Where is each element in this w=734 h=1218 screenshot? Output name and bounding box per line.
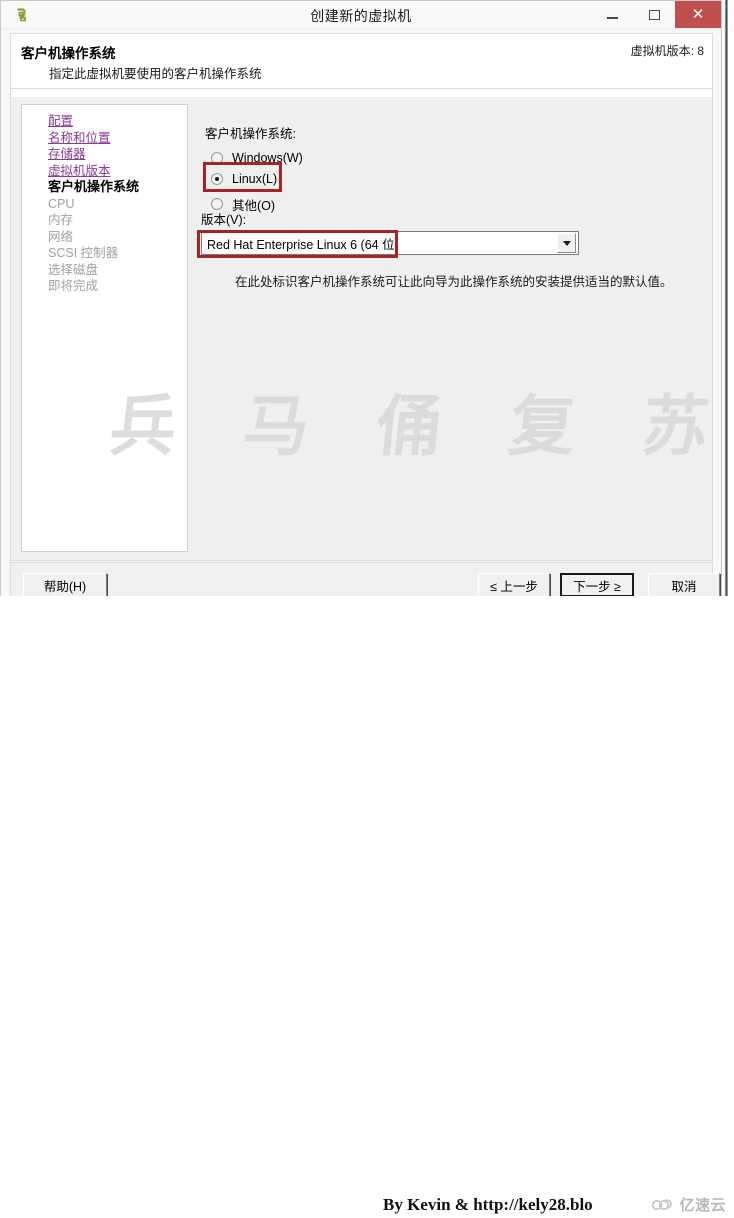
sidebar-item-guest-os[interactable]: 客户机操作系统 [22, 179, 187, 196]
sidebar-item-storage[interactable]: 存储器 [22, 146, 187, 163]
cloud-icon [651, 1197, 675, 1213]
sidebar-item-configuration[interactable]: 配置 [22, 113, 187, 130]
radio-linux-icon [211, 173, 223, 185]
author-watermark: By Kevin & http://kely28.blo [383, 1195, 593, 1214]
yisuyun-logo: 亿速云 [651, 1194, 726, 1215]
version-label: 版本(V): [201, 213, 247, 227]
back-button[interactable]: ≤ 上一步 [478, 573, 550, 597]
header-spacer [10, 89, 713, 97]
window-edge-right [723, 0, 728, 616]
minimize-icon [606, 17, 618, 19]
sidebar-item-select-disk: 选择磁盘 [48, 262, 99, 277]
version-dropdown-value: Red Hat Enterprise Linux 6 (64 位) [207, 237, 399, 252]
close-button[interactable]: ✕ [675, 1, 721, 28]
sidebar-item-scsi-controller: SCSI 控制器 [48, 246, 119, 260]
radio-windows[interactable]: Windows(W) [211, 149, 303, 167]
radio-windows-label: Windows(W) [232, 151, 303, 165]
sidebar-item-network: 网络 [48, 229, 74, 244]
bottom-watermark-strip: By Kevin & http://kely28.blo 亿速云 [0, 596, 734, 1214]
wizard-header: 客户机操作系统 指定此虚拟机要使用的客户机操作系统 虚拟机版本: 8 [10, 33, 713, 89]
radio-windows-icon [211, 152, 223, 164]
vm-version-label: 虚拟机版本: 8 [630, 44, 704, 58]
guest-os-help-text: 在此处标识客户机操作系统可让此向导为此操作系统的安装提供适当的默认值。 [235, 275, 673, 289]
maximize-button[interactable] [633, 1, 675, 28]
next-button[interactable]: 下一步 ≥ [560, 573, 634, 597]
wizard-step-list: 配置 名称和位置 存储器 虚拟机版本 客户机操作系统 CPU 内存 网络 SCS… [21, 104, 188, 552]
sidebar-item-ready-complete: 即将完成 [48, 279, 99, 293]
yisuyun-logo-text: 亿速云 [679, 1197, 726, 1214]
create-vm-dialog: 创建新的虚拟机 ✕ 客户机操作系统 指定此虚拟机要使用的客户机操作系统 虚拟机版… [0, 0, 722, 612]
wizard-content: 兵 马 俑 复 苏 配置 名称和位置 存储器 虚拟机版本 客户机操作系统 CPU… [10, 97, 713, 561]
sidebar-item-cpu: CPU [48, 196, 75, 211]
close-icon: ✕ [691, 5, 705, 23]
guest-os-form: 客户机操作系统: Windows(W) Linux(L) 其他(O) 版本(V)… [197, 104, 703, 552]
window-titlebar: 创建新的虚拟机 ✕ [1, 1, 721, 29]
sidebar-item-memory: 内存 [48, 213, 74, 227]
cancel-button[interactable]: 取消 [648, 573, 720, 597]
page-title: 客户机操作系统 [21, 46, 116, 61]
guest-os-group-label: 客户机操作系统: [205, 127, 296, 141]
help-button[interactable]: 帮助(H) [23, 573, 107, 597]
maximize-icon [648, 9, 660, 20]
chevron-down-icon[interactable] [557, 233, 576, 253]
version-dropdown[interactable]: Red Hat Enterprise Linux 6 (64 位) [201, 231, 579, 255]
page-subtitle: 指定此虚拟机要使用的客户机操作系统 [49, 67, 262, 81]
sidebar-item-vm-version[interactable]: 虚拟机版本 [22, 163, 187, 180]
radio-linux-label: Linux(L) [232, 172, 278, 186]
radio-linux[interactable]: Linux(L) [211, 170, 277, 188]
sidebar-item-name-location[interactable]: 名称和位置 [22, 130, 187, 147]
minimize-button[interactable] [591, 1, 633, 28]
